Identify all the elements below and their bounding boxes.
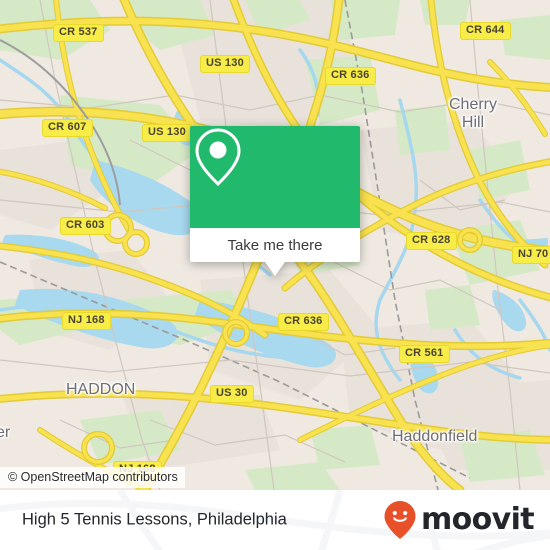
footer-place-title: High 5 Tennis Lessons, Philadelphia	[22, 510, 287, 529]
map-pin-icon	[195, 128, 241, 187]
place-label-haddonfield: Haddonfield	[392, 428, 478, 445]
osm-attribution[interactable]: © OpenStreetMap contributors	[0, 467, 185, 488]
road-shield-cr644: CR 644	[460, 22, 511, 40]
road-shield-cr636-a: CR 636	[325, 67, 376, 85]
road-shield-cr607: CR 607	[42, 119, 93, 137]
moovit-wordmark: moovit	[420, 502, 535, 537]
popup-cta-label: Take me there	[227, 236, 323, 254]
road-shield-us130-a: US 130	[200, 55, 250, 73]
road-shield-cr636-b: CR 636	[278, 313, 329, 331]
location-popup-card[interactable]: Take me there	[190, 126, 360, 276]
map-canvas[interactable]: CR 537 US 130 CR 636 CR 644 CR 607 US 13…	[0, 0, 550, 490]
popup-cta-button[interactable]: Take me there	[190, 228, 360, 262]
place-label-cherry-hill: Cherry Hill	[449, 96, 497, 132]
road-shield-nj168-a: NJ 168	[62, 312, 111, 330]
footer-bar: High 5 Tennis Lessons, Philadelphia moov…	[0, 490, 550, 550]
road-shield-cr537: CR 537	[53, 24, 104, 42]
screenshot-root: CR 537 US 130 CR 636 CR 644 CR 607 US 13…	[0, 0, 550, 550]
road-shield-cr561: CR 561	[399, 345, 450, 363]
road-shield-us30: US 30	[210, 385, 254, 403]
place-label-haddon: HADDON	[66, 381, 136, 398]
road-shield-cr628: CR 628	[406, 232, 457, 250]
popup-icon-area	[190, 126, 360, 228]
road-shield-us130-b: US 130	[142, 124, 192, 142]
road-shield-nj70: NJ 70	[512, 246, 550, 264]
moovit-smiley-pin-icon	[384, 501, 416, 539]
popup-tail-pointer	[265, 262, 285, 276]
moovit-brand-logo[interactable]: moovit	[383, 500, 535, 540]
place-label-partial-left: er	[0, 424, 11, 441]
place-label-cherry-hill-line1: Cherry	[449, 96, 498, 113]
road-shield-cr603: CR 603	[60, 217, 111, 235]
place-label-cherry-hill-line2: Hill	[461, 114, 485, 131]
